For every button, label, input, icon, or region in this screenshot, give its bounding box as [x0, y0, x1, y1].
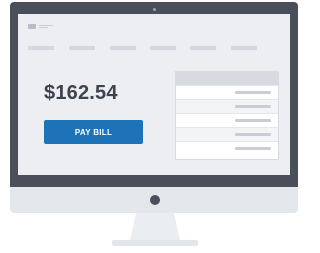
monitor-stand-base: [112, 240, 198, 246]
monitor-stand-neck: [130, 213, 180, 240]
panel-header: [176, 72, 278, 85]
nav-item[interactable]: [231, 46, 257, 50]
row-value: [235, 119, 271, 122]
nav-item[interactable]: [28, 46, 54, 50]
table-row: [176, 113, 278, 128]
table-row: [176, 85, 278, 100]
nav-item[interactable]: [190, 46, 216, 50]
logo-icon: [28, 22, 53, 30]
camera-icon: [153, 8, 156, 11]
table-row: [176, 99, 278, 114]
pay-bill-button[interactable]: PAY BILL: [44, 120, 143, 144]
table-row: [176, 141, 278, 156]
nav-item[interactable]: [150, 46, 176, 50]
logo-wordmark: [39, 24, 53, 28]
row-value: [235, 105, 271, 108]
nav-item[interactable]: [110, 46, 136, 50]
monitor-illustration: $162.54 PAY BILL: [0, 0, 308, 253]
row-value: [235, 147, 271, 150]
logo-glyph: [28, 23, 36, 29]
row-value: [235, 91, 271, 94]
bill-details-panel: [175, 71, 279, 160]
nav-bar: [28, 46, 278, 52]
row-value: [235, 133, 271, 136]
power-button-icon: [150, 195, 160, 205]
bill-amount: $162.54: [44, 82, 118, 104]
table-row: [176, 127, 278, 142]
nav-item[interactable]: [69, 46, 95, 50]
